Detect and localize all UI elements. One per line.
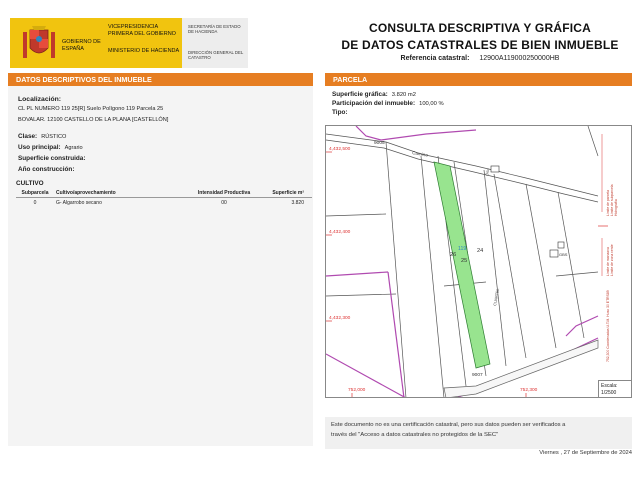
catastro-band: SECRETARÍA DE ESTADO DE HACIENDA DIRECCI… (182, 18, 248, 68)
cell-intensidad: 00 (221, 200, 227, 206)
coat-of-arms-icon (23, 26, 55, 58)
tipo-row: Tipo: (332, 108, 632, 117)
scale-value: 1/2500 (601, 389, 617, 396)
col-cultivo: Cultivo/aprovechamiento (54, 189, 184, 198)
map-drawing: Límite de parcela Límite de subparcela H… (326, 126, 618, 397)
label-gbs: GBS (559, 252, 568, 257)
document-date: Viernes , 27 de Septiembre de 2024 (539, 450, 632, 456)
location-line-2: BOVALAR. 12100 CASTELLO DE LA PLANA [CAS… (18, 117, 169, 123)
superficie-row: Superficie construida: (18, 155, 85, 162)
label-25: 25 (461, 258, 467, 264)
sup-grafica-row: Superficie gráfica: 3.820 m2 (332, 90, 632, 99)
cadastral-reference: Referencia catastral: 12900A119000250000… (330, 55, 630, 62)
secretary-text: SECRETARÍA DE ESTADO DE HACIENDA (188, 24, 241, 35)
anio-row: Año construcción: (18, 166, 74, 173)
uso-value: Agrario (64, 145, 83, 151)
label-26: 26 (450, 252, 456, 258)
clase-label: Clase: (18, 133, 38, 140)
location-label: Localización: (18, 96, 62, 103)
cultivo-header-row: Subparcela Cultivo/aprovechamiento Inten… (16, 189, 312, 198)
direction-text: DIRECCIÓN GENERAL DEL CATASTRO (188, 50, 244, 61)
col-superficie: Superficie m² (264, 189, 312, 198)
government-logo-block: GOBIERNO DE ESPAÑA VICEPRESIDENCIA PRIME… (10, 18, 248, 68)
location-line-1: CL PL NUMERO 119 25[R] Suelo Polígono 11… (18, 106, 164, 112)
coord-y3: 4,432,300 (329, 315, 351, 321)
uso-row: Uso principal: Agrario (18, 144, 83, 151)
gov-name-text: GOBIERNO DE ESPAÑA (62, 39, 101, 52)
cell-subparcela: 0 (33, 200, 37, 206)
label-9005: 9005 (374, 140, 385, 146)
participacion-label: Participación del inmueble: (332, 100, 416, 107)
cell-superficie: 3.820 (291, 200, 304, 206)
label-9007: 9007 (472, 372, 483, 378)
disclaimer: Este documento no es una certificación c… (325, 417, 632, 449)
svg-text:Límite de zona verde: Límite de zona verde (610, 244, 614, 276)
page-title: CONSULTA DESCRIPTIVA Y GRÁFICA DE DATOS … (330, 20, 630, 54)
descriptive-data-panel: Localización: CL PL NUMERO 119 25[R] Sue… (8, 86, 313, 446)
highlighted-parcel (433, 161, 491, 369)
col-subparcela: Subparcela (16, 189, 54, 198)
descriptive-data-header: DATOS DESCRIPTIVOS DEL INMUEBLE (8, 73, 313, 86)
svg-text:752,300 Coordenadas U.T.M. Hus: 752,300 Coordenadas U.T.M. Huso 30 ETRS8… (606, 290, 610, 362)
parcel-info: Superficie gráfica: 3.820 m2 Participació… (332, 90, 632, 117)
disclaimer-line-2: través del "Acceso a datos catastrales n… (331, 431, 499, 438)
tipo-label: Tipo: (332, 109, 348, 116)
clase-value: RÚSTICO (41, 134, 67, 140)
participacion-value: 100,00 % (419, 101, 444, 107)
label-orto: Orto (485, 168, 490, 176)
disclaimer-line-1: Este documento no es una certificación c… (331, 422, 566, 428)
clase-row: Clase: RÚSTICO (18, 133, 66, 140)
parcela-header: PARCELA (325, 73, 632, 86)
anio-construccion-label: Año construcción: (18, 166, 75, 173)
svg-text:Hidrografía: Hidrografía (614, 199, 618, 216)
ministry-names: VICEPRESIDENCIA PRIMERA DEL GOBIERNO MIN… (108, 24, 182, 55)
table-row: 0 G- Algarrobo secano 00 3.820 (16, 198, 312, 209)
coord-y1: 4,432,500 (329, 146, 351, 152)
cadastral-map[interactable]: Límite de parcela Límite de subparcela H… (325, 125, 632, 398)
sup-grafica-label: Superficie gráfica: (332, 91, 388, 98)
parcel-number: 119 (458, 246, 466, 252)
cultivo-table: Subparcela Cultivo/aprovechamiento Inten… (16, 189, 312, 208)
cell-cultivo: G- Algarrobo secano (56, 200, 102, 206)
label-camino: Camino (412, 150, 429, 158)
label-24: 24 (477, 248, 483, 254)
ministry-text: MINISTERIO DE HACIENDA (108, 48, 180, 54)
sup-grafica-value: 3.820 m2 (391, 92, 416, 98)
participacion-row: Participación del inmueble: 100,00 % (332, 99, 632, 108)
superficie-construida-label: Superficie construida: (18, 155, 86, 162)
vice-presidency-text: VICEPRESIDENCIA PRIMERA DEL GOBIERNO (108, 24, 176, 37)
title-line-1: CONSULTA DESCRIPTIVA Y GRÁFICA (368, 21, 591, 35)
coord-x2: 752,300 (520, 387, 538, 393)
cultivo-title: CULTIVO (16, 180, 44, 187)
scale-box: Escala: 1/2500 (598, 380, 631, 397)
ref-label: Referencia catastral: (400, 55, 470, 62)
col-intensidad: Intensidad Productiva (184, 189, 264, 198)
ref-value: 12900A119000250000HB (479, 55, 560, 62)
coord-y2: 4,432,400 (329, 229, 351, 235)
uso-label: Uso principal: (18, 144, 61, 151)
title-line-2: DE DATOS CATASTRALES DE BIEN INMUEBLE (341, 38, 619, 52)
coord-x1: 752,000 (348, 387, 366, 393)
